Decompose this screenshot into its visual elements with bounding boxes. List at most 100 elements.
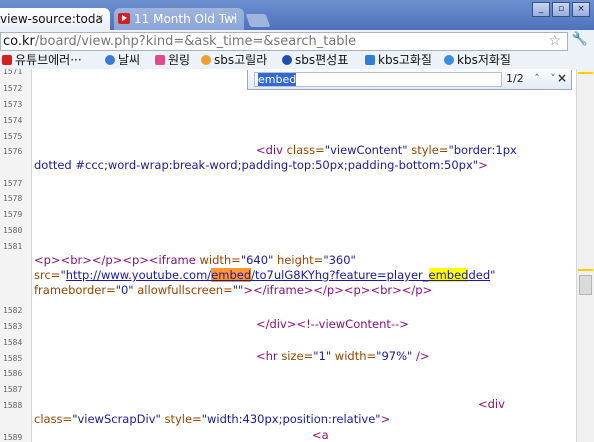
bookmarks-bar: 유튜브에러··· 날씨 원링 sbs고릴라 sbs편성표 kbs고화질 kbs저… — [0, 52, 594, 69]
source-link[interactable]: http://www.youtube.com/embed/to7ulG8KYhg… — [66, 268, 490, 282]
bookmark-sbs-gorilla[interactable]: sbs고릴라 — [201, 52, 267, 68]
line-number: 1575 — [3, 132, 23, 141]
code-value: "97%" — [376, 349, 413, 363]
code-line-1588-a: <div — [478, 397, 505, 412]
bookmark-star-icon[interactable]: ☆ — [548, 33, 561, 50]
code-tag: </div><!--viewContent--> — [256, 317, 409, 331]
bookmark-weather[interactable]: 날씨 — [105, 52, 140, 68]
sbs-schedule-icon — [282, 55, 292, 65]
code-tag: <a — [312, 428, 329, 442]
code-attr: width= — [331, 349, 377, 363]
tab-view-source[interactable]: view-source:toda × — [0, 8, 110, 30]
line-number: 1579 — [3, 210, 23, 219]
line-number: 1587 — [3, 385, 23, 394]
code-attr: style= — [407, 143, 449, 157]
code-value: "0" — [115, 283, 134, 297]
code-tag: /> — [412, 349, 430, 363]
line-number: 1580 — [3, 226, 23, 235]
code-value: dotted #ccc;word-wrap:break-word;padding… — [34, 158, 479, 172]
find-highlight-current: embed — [211, 268, 252, 282]
code-tag: > — [478, 158, 488, 172]
code-line-1589: <a — [312, 428, 329, 442]
tab-close-icon[interactable]: × — [230, 8, 238, 30]
new-tab-button[interactable] — [245, 14, 271, 27]
code-value: "1" — [313, 349, 332, 363]
code-value: " — [490, 268, 496, 282]
line-number: 1583 — [3, 322, 23, 331]
address-bar[interactable]: co.kr/board/view.php?kind=&ask_time=&sea… — [0, 32, 568, 51]
youtube-icon — [2, 55, 12, 65]
tab-youtube[interactable]: 11 Month Old Twi × — [114, 8, 244, 30]
code-attr: style= — [160, 412, 202, 426]
scrollbar-thumb[interactable] — [579, 275, 592, 295]
bookmark-kbs-hd[interactable]: kbs고화질 — [365, 52, 432, 68]
kbs-hd-icon — [365, 55, 375, 65]
link-text: /to7ulG8KYhg?feature=player_ — [251, 268, 429, 282]
code-attr: height= — [273, 253, 324, 267]
code-line-1583: </div><!--viewContent--> — [256, 317, 409, 332]
line-number: 1585 — [3, 354, 23, 363]
wonring-icon — [155, 55, 165, 65]
url-path: /board/view.php?kind=&ask_time=&search_t… — [34, 34, 357, 49]
find-bar: embed 1/2 ˄ ˅ × — [247, 70, 572, 90]
link-text: ded — [468, 268, 491, 282]
code-attr: src= — [34, 268, 61, 282]
line-number: 1588 — [3, 401, 23, 410]
find-previous-button[interactable]: ˄ — [530, 72, 544, 86]
bookmark-label: kbs고화질 — [378, 53, 432, 67]
find-highlight: embed — [428, 268, 469, 282]
bookmark-youtube-error[interactable]: 유튜브에러··· — [2, 52, 82, 68]
sbs-gorilla-icon — [201, 55, 211, 65]
code-line-1581-a: <p><br></p><p><iframe width="640" height… — [34, 253, 356, 268]
line-number: 1577 — [3, 179, 23, 188]
wrench-menu-icon[interactable]: 🔧 — [572, 32, 588, 47]
line-number: 1574 — [3, 116, 23, 125]
bookmark-kbs-ld[interactable]: kbs저화질 — [444, 52, 511, 68]
line-number: 1571 — [3, 69, 23, 76]
bookmark-sbs-schedule[interactable]: sbs편성표 — [282, 52, 348, 68]
line-number: 1576 — [3, 147, 23, 156]
code-value: "" — [232, 283, 244, 297]
line-number: 1578 — [3, 194, 23, 203]
code-attr: size= — [281, 349, 314, 363]
code-attr: class= — [34, 412, 73, 426]
bookmark-label: kbs저화질 — [457, 53, 511, 67]
bookmark-label: 날씨 — [118, 53, 141, 67]
find-match-count: 1/2 — [506, 72, 524, 85]
vertical-scrollbar[interactable] — [576, 69, 594, 442]
minimize-button[interactable]: _ — [532, 2, 550, 17]
kbs-ld-icon — [444, 55, 454, 65]
code-line-1588-b: class="viewScrapDiv" style="width:430px;… — [34, 412, 390, 427]
line-number: 1584 — [3, 338, 23, 347]
code-tag: ></iframe></p><p><br></p> — [243, 283, 433, 297]
code-attr: frameborder= — [34, 283, 116, 297]
line-number: 1572 — [3, 84, 23, 93]
code-tag: <hr — [256, 349, 282, 363]
find-query: embed — [258, 73, 297, 86]
bookmark-label: 원링 — [168, 53, 191, 67]
bookmark-label: sbs고릴라 — [214, 53, 268, 67]
line-number: 1573 — [3, 100, 23, 109]
bookmark-label: 유튜브에러··· — [15, 53, 82, 67]
maximize-button[interactable]: ▫ — [552, 2, 570, 17]
code-value: "360" — [323, 253, 356, 267]
line-number-gutter: 1571 1572 1573 1574 1575 1576 1577 1578 … — [0, 69, 32, 442]
bookmark-wonring[interactable]: 원링 — [155, 52, 190, 68]
weather-icon — [105, 55, 115, 65]
link-text: http://www.youtube.com/ — [65, 268, 212, 282]
find-input[interactable]: embed — [254, 72, 502, 87]
code-value: "width:430px;position:relative" — [201, 412, 381, 426]
tab-close-icon[interactable]: × — [96, 8, 104, 30]
code-value: "640" — [240, 253, 274, 267]
line-number: 1589 — [3, 433, 23, 442]
code-line-1576-a: <div class="viewContent" style="border:1… — [256, 143, 517, 158]
find-close-icon[interactable]: × — [557, 71, 567, 85]
find-match-tick — [578, 72, 593, 74]
code-value: "viewContent" — [324, 143, 408, 157]
bookmark-label: sbs편성표 — [295, 53, 349, 67]
line-number: 1581 — [3, 242, 23, 251]
url-text: co.kr/board/view.php?kind=&ask_time=&sea… — [3, 33, 356, 51]
code-tag: > — [380, 412, 391, 426]
code-line-1576-b: dotted #ccc;word-wrap:break-word;padding… — [34, 158, 488, 173]
close-window-button[interactable]: × — [572, 2, 590, 17]
